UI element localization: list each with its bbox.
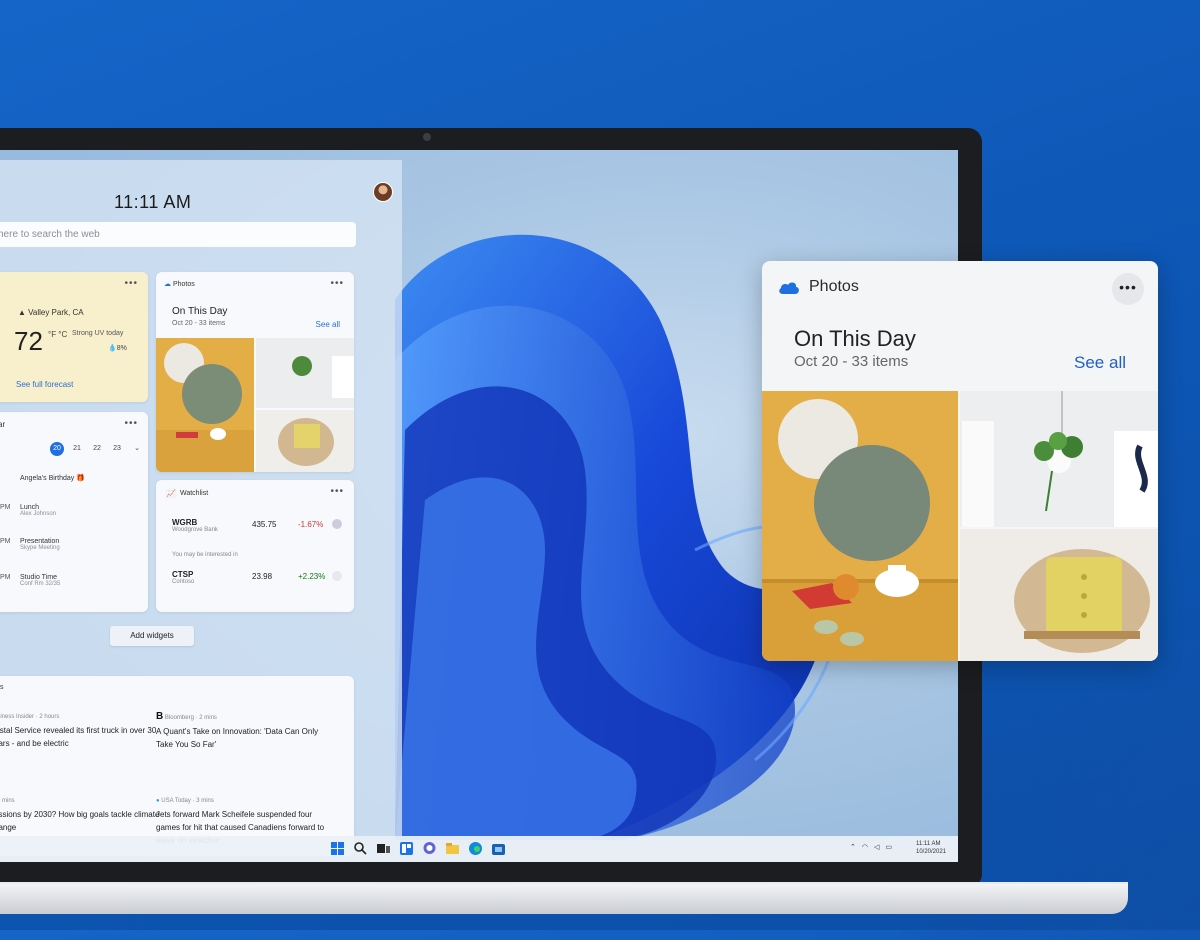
calendar-event[interactable]: Angela's Birthday 🎁 bbox=[0, 474, 85, 482]
photo-collage[interactable] bbox=[762, 391, 1158, 661]
watchlist-widget[interactable]: Watchlist 📈 ••• WGRB Woodgrove Bank 435.… bbox=[156, 480, 354, 612]
usa-today-icon: ● bbox=[156, 798, 160, 804]
news-item[interactable]: · 1h mins missions by 2030? How big goal… bbox=[0, 796, 165, 834]
cloud-icon: ☁ bbox=[164, 281, 171, 288]
calendar-event[interactable]: PM Presentation Skype Meeting bbox=[0, 538, 60, 551]
cloud-icon bbox=[779, 282, 799, 294]
calendar-widget[interactable]: ar ••• 20 21 22 23 ⌄ Angela's Birthday 🎁… bbox=[0, 412, 148, 612]
photos-widget-small[interactable]: ☁ Photos ••• On This Day Oct 20 - 33 ite… bbox=[156, 272, 354, 472]
bloomberg-icon: B Bloomberg · 2 mins bbox=[156, 711, 217, 722]
calendar-day[interactable]: 20 bbox=[50, 442, 64, 456]
widgets-icon[interactable] bbox=[399, 841, 414, 856]
store-icon[interactable] bbox=[491, 841, 506, 856]
news-feed: s Business Insider · 2 hours Postal Serv… bbox=[0, 676, 354, 856]
edge-icon[interactable] bbox=[468, 841, 483, 856]
weather-widget[interactable]: ••• ▲ Valley Park, CA 72 °F °C Strong UV… bbox=[0, 272, 148, 402]
interest-label: You may be interested in bbox=[172, 552, 238, 558]
photos-subtitle: Oct 20 - 33 items bbox=[794, 353, 909, 370]
search-icon[interactable] bbox=[353, 841, 368, 856]
photo-collage[interactable] bbox=[156, 338, 354, 472]
photos-app-label: Photos bbox=[809, 278, 859, 295]
calendar-day[interactable]: 21 bbox=[70, 442, 84, 456]
taskbar-apps bbox=[330, 841, 506, 856]
calendar-header: ar bbox=[0, 420, 6, 429]
wifi-icon[interactable]: ◠ bbox=[862, 843, 868, 851]
user-avatar[interactable] bbox=[373, 182, 393, 202]
more-options-icon[interactable]: ••• bbox=[330, 278, 344, 289]
add-widgets-button[interactable]: Add widgets bbox=[110, 626, 194, 646]
watchlist-title: Watchlist bbox=[180, 490, 209, 497]
panel-clock: 11:11 AM bbox=[114, 192, 192, 212]
volume-icon[interactable]: ◁ bbox=[874, 843, 879, 851]
calendar-event[interactable]: PM Lunch Alex Johnson bbox=[0, 504, 56, 517]
see-all-link[interactable]: See all bbox=[1074, 353, 1126, 373]
taskbar: ⌃ ◠ ◁ ▭ 11:11 AM 10/20/2021 bbox=[0, 836, 958, 862]
news-item[interactable]: B Bloomberg · 2 mins A Quant's Take on I… bbox=[156, 712, 331, 751]
news-header: s bbox=[0, 684, 4, 691]
chart-icon: 📈 bbox=[166, 489, 176, 498]
add-to-watchlist-icon[interactable] bbox=[332, 519, 342, 529]
photos-title: On This Day bbox=[794, 326, 916, 351]
windows-start-icon[interactable] bbox=[330, 841, 345, 856]
photos-subtitle: Oct 20 - 33 items bbox=[172, 320, 226, 327]
battery-icon[interactable]: ▭ bbox=[885, 843, 892, 851]
widgets-panel: 11:11 AM here to search the web ••• ▲ Va… bbox=[0, 160, 402, 856]
see-all-link[interactable]: See all bbox=[316, 320, 340, 329]
more-options-icon[interactable]: ••• bbox=[1112, 273, 1144, 305]
file-explorer-icon[interactable] bbox=[445, 841, 460, 856]
weather-location: ▲ Valley Park, CA bbox=[18, 308, 84, 317]
news-item[interactable]: Business Insider · 2 hours Postal Servic… bbox=[0, 712, 165, 750]
weather-condition: Strong UV today bbox=[72, 330, 124, 337]
weather-units[interactable]: °F °C bbox=[48, 330, 67, 340]
weather-temperature: 72 bbox=[14, 326, 43, 356]
more-options-icon[interactable]: ••• bbox=[124, 278, 138, 289]
photos-app-label: ☁ Photos bbox=[164, 281, 195, 288]
see-full-forecast-link[interactable]: See full forecast bbox=[16, 380, 73, 389]
calendar-day-strip: 20 21 22 23 ⌄ bbox=[50, 442, 144, 456]
photos-title: On This Day bbox=[172, 306, 228, 317]
web-search-input[interactable]: here to search the web bbox=[0, 222, 356, 247]
stock-row[interactable]: CTSP Contoso 23.98 +2.23% bbox=[172, 570, 344, 585]
chevron-down-icon[interactable]: ⌄ bbox=[130, 442, 144, 456]
chevron-up-icon[interactable]: ⌃ bbox=[850, 843, 856, 851]
more-options-icon[interactable]: ••• bbox=[330, 486, 344, 497]
laptop-base bbox=[0, 884, 1128, 914]
add-to-watchlist-icon[interactable] bbox=[332, 571, 342, 581]
stock-row[interactable]: WGRB Woodgrove Bank 435.75 -1.67% bbox=[172, 518, 344, 533]
calendar-day[interactable]: 22 bbox=[90, 442, 104, 456]
calendar-day[interactable]: 23 bbox=[110, 442, 124, 456]
calendar-event[interactable]: PM Studio Time Conf Rm 32/35 bbox=[0, 574, 60, 587]
weather-rain-chance: 💧8% bbox=[108, 345, 127, 352]
photos-widget-large[interactable]: Photos ••• On This Day Oct 20 - 33 items… bbox=[762, 261, 1158, 661]
taskbar-clock[interactable]: 11:11 AM 10/20/2021 bbox=[916, 840, 946, 856]
chat-icon[interactable] bbox=[422, 841, 437, 856]
system-tray: ⌃ ◠ ◁ ▭ bbox=[850, 843, 892, 851]
task-view-icon[interactable] bbox=[376, 841, 391, 856]
laptop-camera bbox=[423, 133, 431, 141]
more-options-icon[interactable]: ••• bbox=[124, 418, 138, 429]
